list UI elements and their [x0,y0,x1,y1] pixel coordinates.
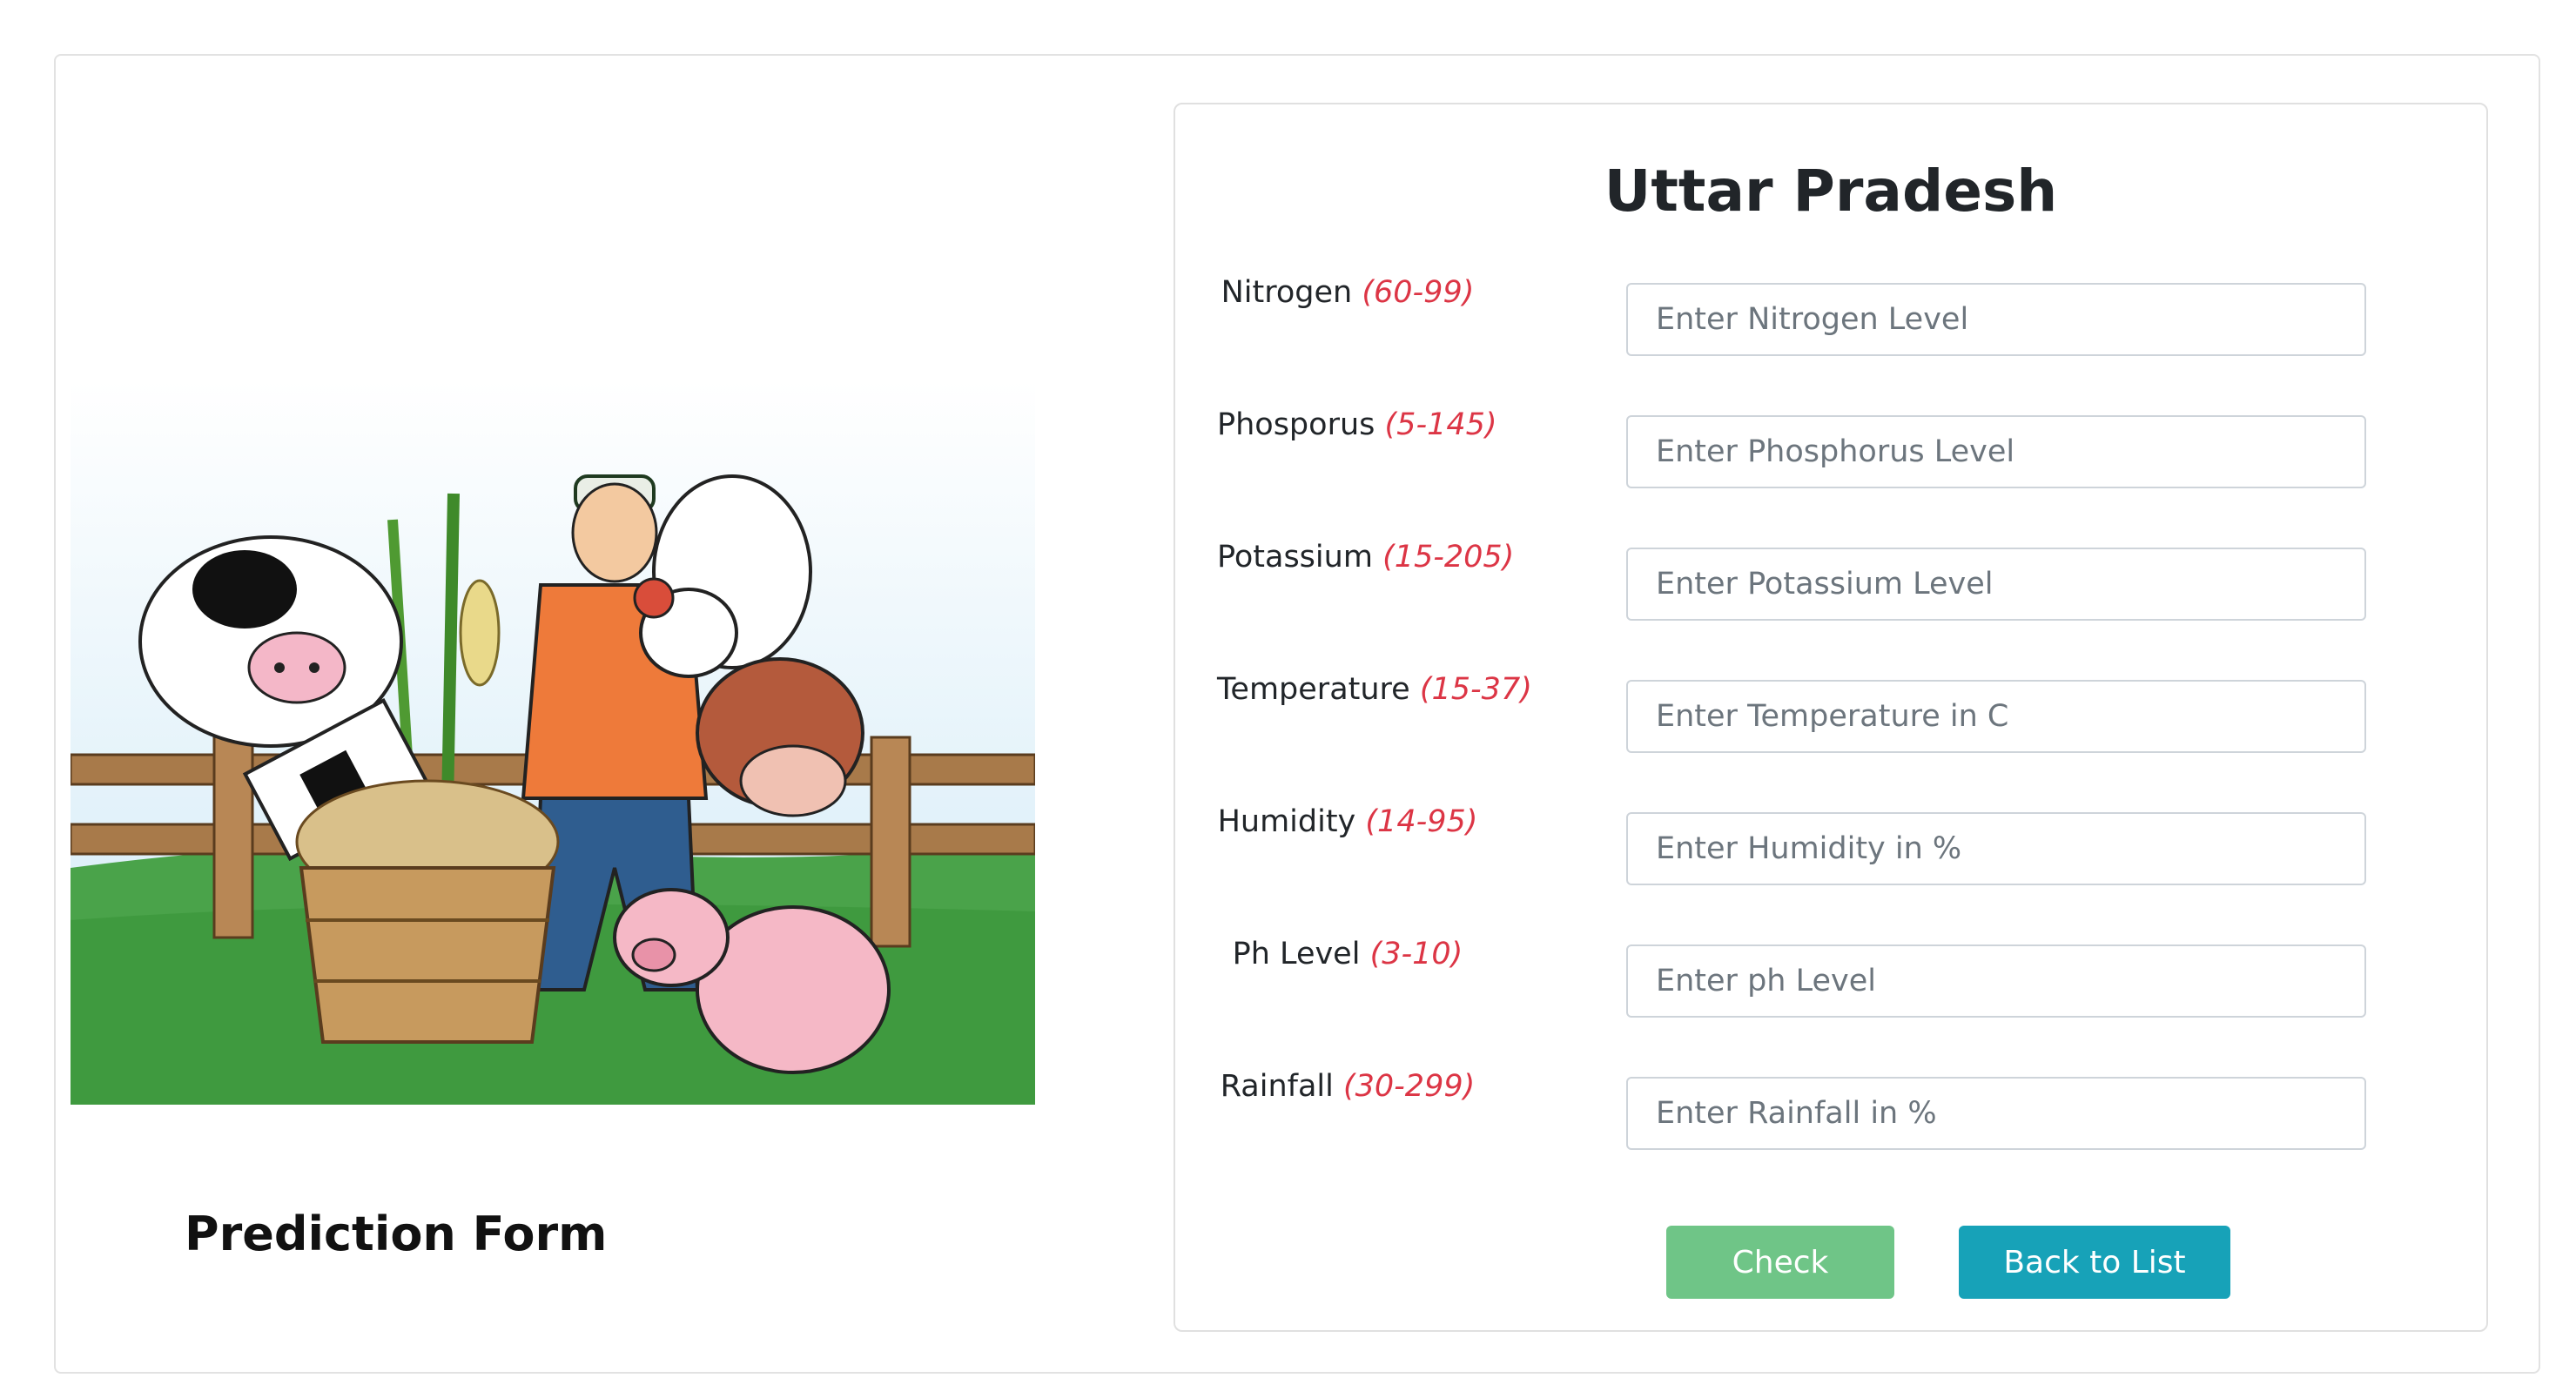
field-range: (3-10) [1369,937,1463,971]
field-range: (15-37) [1419,672,1532,707]
field-range: (30-299) [1342,1069,1476,1104]
field-row-potassium: Potassium (15-205) [1174,540,2488,621]
field-range: (60-99) [1362,275,1475,310]
field-label: Humidity (14-95) [1217,800,1478,844]
field-label-text: Rainfall [1220,1069,1334,1104]
field-label: Ph Level (3-10) [1217,932,1478,976]
field-row-humidity: Humidity (14-95) [1174,804,2488,885]
field-label: Nitrogen (60-99) [1217,271,1478,314]
field-range: (15-205) [1382,540,1515,575]
field-label-text: Humidity [1217,804,1356,839]
field-row-temperature: Temperature (15-37) [1174,672,2488,753]
field-row-rainfall: Rainfall (30-299) [1174,1069,2488,1150]
field-label: Temperature (15-37) [1217,668,1532,711]
farmer-animals-illustration-icon [71,380,1035,1105]
field-row-phosphorus: Phosporus (5-145) [1174,407,2488,488]
field-range: (14-95) [1365,804,1478,839]
field-row-ph-level: Ph Level (3-10) [1174,937,2488,1018]
field-label-text: Potassium [1217,540,1373,575]
ph-level-input[interactable] [1626,944,2366,1018]
temperature-input[interactable] [1626,680,2366,753]
field-label-text: Nitrogen [1221,275,1353,310]
field-label: Potassium (15-205) [1217,535,1514,579]
field-range: (5-145) [1384,407,1497,442]
back-to-list-button[interactable]: Back to List [1959,1226,2230,1299]
field-label: Rainfall (30-299) [1217,1065,1478,1108]
field-label-text: Phosporus [1217,407,1375,442]
nitrogen-input[interactable] [1626,283,2366,356]
farm-illustration [71,380,1035,1105]
field-label-text: Temperature [1217,672,1410,707]
form-caption: Prediction Form [185,1207,608,1261]
check-button[interactable]: Check [1666,1226,1894,1299]
field-row-nitrogen: Nitrogen (60-99) [1174,275,2488,356]
humidity-input[interactable] [1626,812,2366,885]
field-label-text: Ph Level [1232,937,1361,971]
state-title: Uttar Pradesh [1604,158,2058,225]
field-label: Phosporus (5-145) [1217,403,1497,447]
phosphorus-input[interactable] [1626,415,2366,488]
potassium-input[interactable] [1626,548,2366,621]
rainfall-input[interactable] [1626,1077,2366,1150]
